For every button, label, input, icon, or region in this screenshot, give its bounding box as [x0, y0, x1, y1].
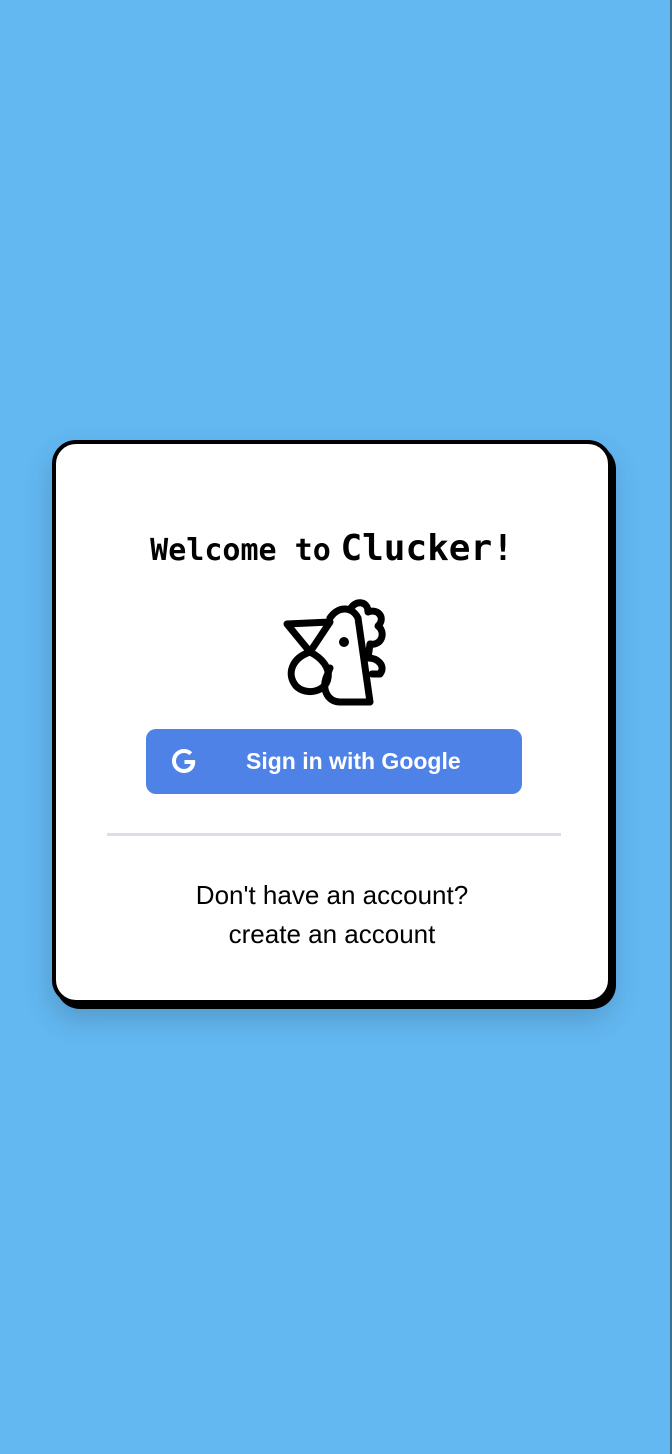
welcome-title-prefix: Welcome to [150, 533, 331, 568]
sign-in-with-google-label: Sign in with Google [246, 748, 461, 774]
chicken-icon [283, 599, 386, 706]
create-account-link[interactable]: create an account [229, 919, 436, 949]
welcome-title: Welcome to Clucker! [56, 528, 608, 569]
create-account-link-row: create an account [56, 915, 608, 953]
login-card: Welcome to Clucker! Sign in with Google … [52, 440, 612, 1004]
divider [107, 833, 561, 836]
brand-name: Clucker! [340, 528, 514, 569]
chicken-eye-icon [339, 637, 349, 647]
no-account-prompt: Don't have an account? [195, 880, 469, 910]
sign-in-with-google-button[interactable]: Sign in with Google [146, 729, 522, 794]
google-g-icon [172, 749, 196, 773]
